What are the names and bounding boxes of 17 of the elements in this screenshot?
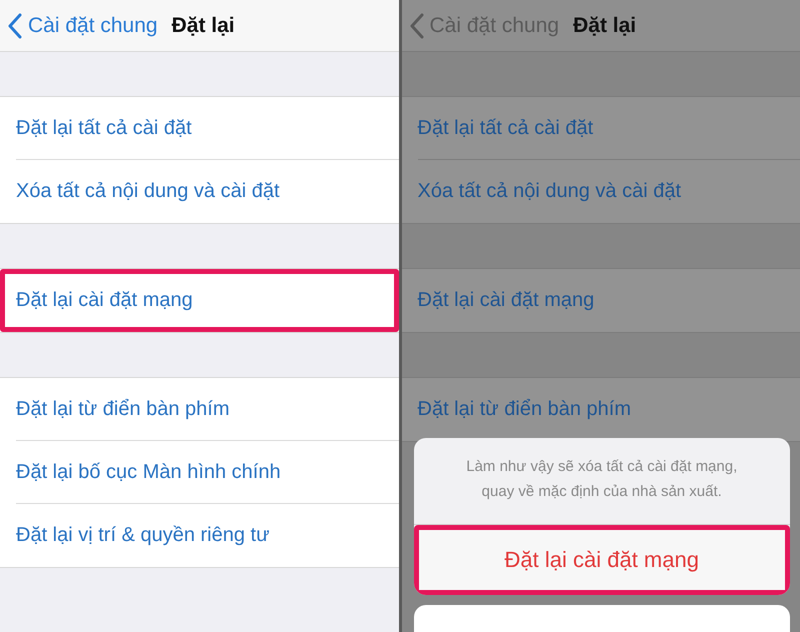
settings-row[interactable]: Đặt lại tất cả cài đặt	[402, 97, 800, 160]
settings-row[interactable]: Đặt lại cài đặt mạng	[0, 269, 398, 332]
settings-row[interactable]: Đặt lại bố cục Màn hình chính	[0, 441, 398, 504]
back-label[interactable]: Cài đặt chung	[28, 14, 158, 38]
back-chevron-icon	[410, 12, 424, 38]
settings-row[interactable]: Đặt lại từ điển bàn phím	[0, 378, 398, 441]
settings-row[interactable]: Xóa tất cả nội dung và cài đặt	[0, 160, 398, 223]
settings-row[interactable]: Đặt lại tất cả cài đặt	[0, 97, 398, 160]
settings-row[interactable]: Đặt lại vị trí & quyền riêng tư	[0, 504, 398, 567]
settings-row[interactable]: Đặt lại cài đặt mạng	[402, 269, 800, 332]
settings-row[interactable]: Xóa tất cả nội dung và cài đặt	[402, 160, 800, 223]
screen-title: Đặt lại	[573, 14, 636, 38]
back-chevron-icon	[8, 12, 22, 38]
back-link[interactable]: Cài đặt chung	[8, 12, 158, 38]
reset-button[interactable]: Đặt lại cài đặt mạng	[414, 525, 790, 595]
screen-title: Đặt lại	[172, 14, 235, 38]
settings-row[interactable]: Đặt lại từ điển bàn phím	[402, 378, 800, 441]
